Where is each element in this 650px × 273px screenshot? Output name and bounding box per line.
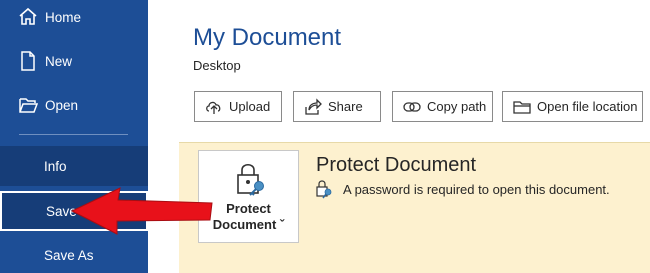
sidebar-divider — [19, 134, 128, 135]
copy-path-button[interactable]: Copy path — [392, 91, 493, 122]
share-icon — [303, 97, 323, 117]
protect-heading: Protect Document — [316, 154, 477, 176]
folder-icon — [512, 97, 532, 117]
sidebar-item-new[interactable]: New — [0, 48, 148, 74]
sidebar-item-label: Home — [45, 9, 82, 25]
sidebar-item-label: Save — [46, 203, 77, 219]
sidebar-item-home[interactable]: Home — [0, 4, 148, 30]
sidebar-item-save[interactable]: Save — [0, 191, 148, 231]
backstage-sidebar: Home New Open Info Save Save As — [0, 0, 148, 273]
lock-key-small-icon — [314, 179, 334, 199]
share-button[interactable]: Share — [293, 91, 381, 122]
upload-icon — [204, 97, 224, 117]
open-file-location-button[interactable]: Open file location — [502, 91, 643, 122]
upload-button[interactable]: Upload — [194, 91, 282, 122]
home-icon — [17, 6, 39, 28]
copy-path-label: Copy path — [427, 99, 487, 114]
sidebar-item-open[interactable]: Open — [0, 92, 148, 118]
sidebar-item-info[interactable]: Info — [0, 146, 148, 186]
protect-description-row: A password is required to open this docu… — [314, 179, 610, 199]
new-document-icon — [17, 50, 39, 72]
sidebar-item-label: Info — [44, 158, 67, 174]
open-file-location-label: Open file location — [537, 99, 638, 114]
document-title: My Document — [193, 24, 342, 51]
folder-open-icon — [17, 94, 39, 116]
sidebar-item-save-as[interactable]: Save As — [0, 238, 148, 273]
protect-description: A password is required to open this docu… — [343, 181, 610, 197]
sidebar-item-label: Save As — [44, 248, 94, 263]
lock-key-icon — [234, 161, 268, 197]
link-icon — [402, 97, 422, 117]
sidebar-item-label: Open — [45, 97, 79, 113]
sidebar-item-label: New — [45, 53, 73, 69]
protect-document-button[interactable]: Protect Document ˇ — [198, 150, 299, 243]
protect-button-label-line2: Document ˇ — [212, 217, 285, 232]
upload-label: Upload — [229, 99, 271, 114]
share-label: Share — [328, 99, 363, 114]
document-location: Desktop — [193, 58, 241, 73]
protect-button-label-line1: Protect — [226, 201, 271, 216]
